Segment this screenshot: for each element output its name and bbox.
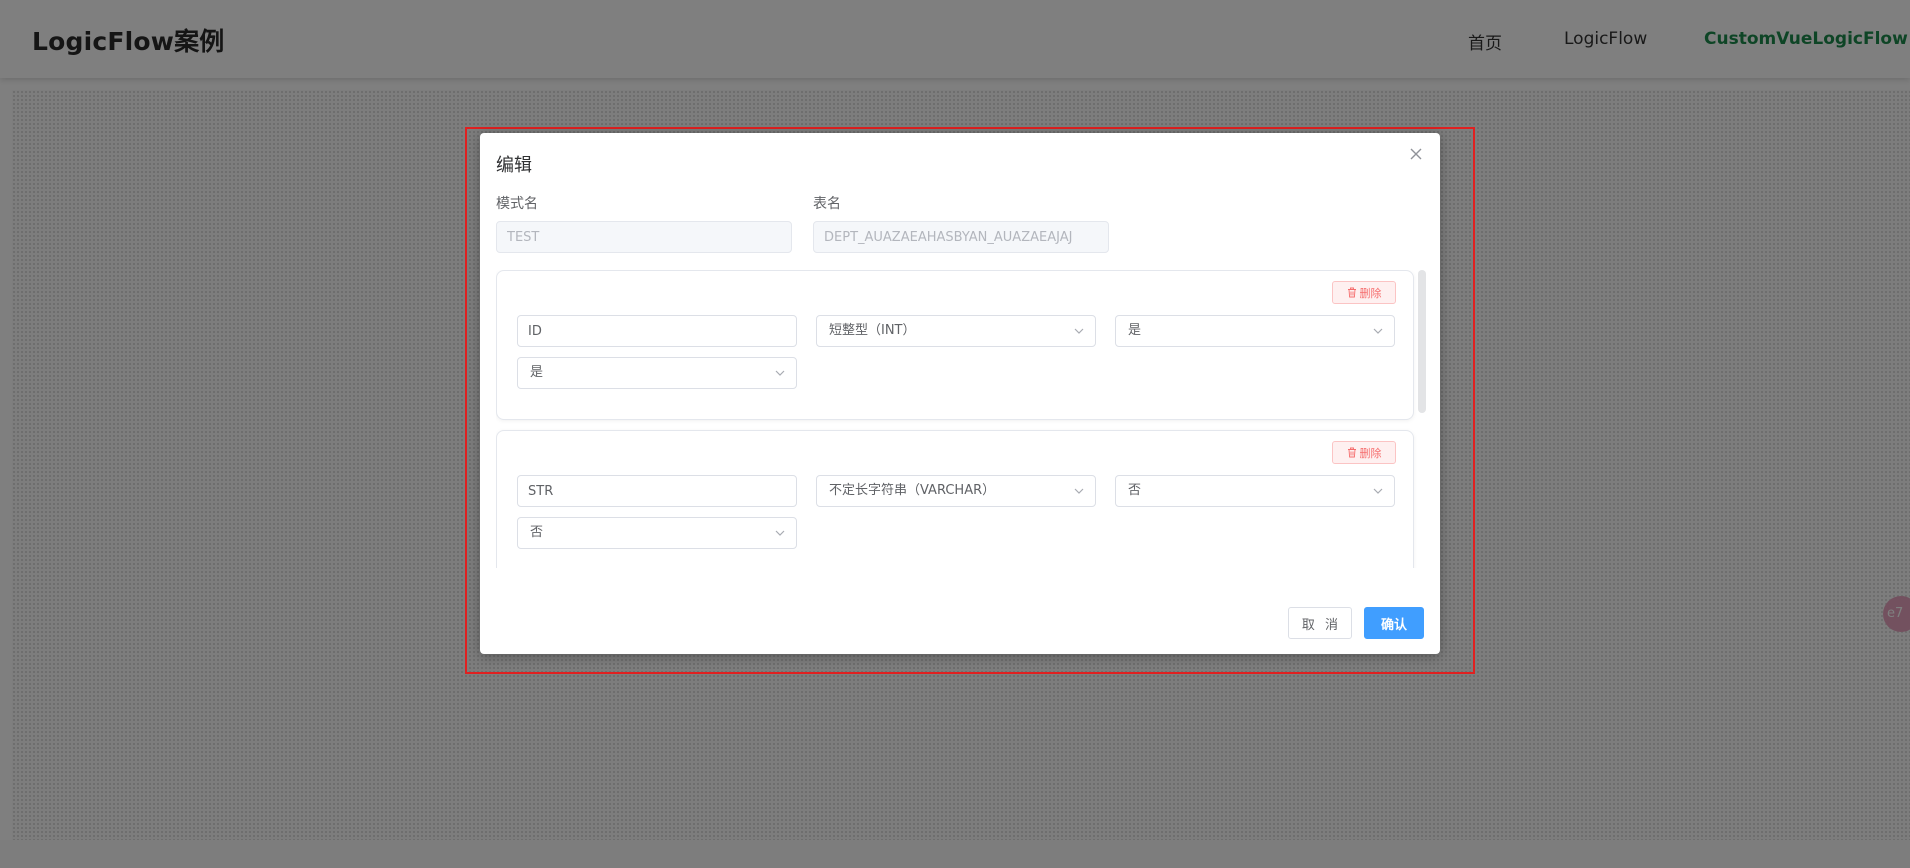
table-name-input[interactable] — [813, 221, 1109, 253]
field-type-value: 短整型（INT） — [829, 323, 916, 338]
field-option-a-value: 是 — [1128, 323, 1142, 338]
delete-field-button[interactable]: 删除 — [1332, 281, 1396, 304]
field-option-b-select[interactable]: 否 — [517, 517, 797, 549]
dialog-title: 编辑 — [496, 155, 532, 176]
field-name-input[interactable] — [517, 475, 797, 507]
field-card: 删除 短整型（INT） 是 是 — [496, 270, 1414, 420]
field-type-select[interactable]: 短整型（INT） — [816, 315, 1096, 347]
field-type-select[interactable]: 不定长字符串（VARCHAR） — [816, 475, 1096, 507]
delete-field-label: 删除 — [1359, 286, 1382, 300]
confirm-button[interactable]: 确认 — [1364, 607, 1424, 639]
fields-scrollbar[interactable] — [1418, 270, 1426, 568]
field-option-a-select[interactable]: 是 — [1115, 315, 1395, 347]
close-icon[interactable] — [1406, 144, 1426, 164]
chevron-down-icon — [1074, 488, 1084, 494]
field-option-b-select[interactable]: 是 — [517, 357, 797, 389]
field-option-a-value: 否 — [1128, 483, 1142, 498]
field-option-a-select[interactable]: 否 — [1115, 475, 1395, 507]
chevron-down-icon — [1074, 328, 1084, 334]
trash-icon — [1347, 287, 1356, 298]
field-type-value: 不定长字符串（VARCHAR） — [829, 483, 996, 498]
edit-dialog: 编辑 模式名 表名 删除 短整型（INT） 是 — [480, 133, 1440, 654]
fields-scroll-area[interactable]: 删除 短整型（INT） 是 是 删除 — [496, 270, 1424, 568]
scrollbar-thumb[interactable] — [1418, 270, 1426, 413]
field-card: 删除 不定长字符串（VARCHAR） 否 否 — [496, 430, 1414, 568]
chevron-down-icon — [1373, 328, 1383, 334]
field-option-b-value: 是 — [530, 365, 544, 380]
field-name-input[interactable] — [517, 315, 797, 347]
trash-icon — [1347, 447, 1356, 458]
table-name-label: 表名 — [813, 196, 841, 212]
cancel-button[interactable]: 取 消 — [1288, 607, 1352, 639]
delete-field-button[interactable]: 删除 — [1332, 441, 1396, 464]
field-option-b-value: 否 — [530, 525, 544, 540]
delete-field-label: 删除 — [1359, 446, 1382, 460]
schema-name-input[interactable] — [496, 221, 792, 253]
chevron-down-icon — [1373, 488, 1383, 494]
schema-name-label: 模式名 — [496, 196, 538, 212]
chevron-down-icon — [775, 530, 785, 536]
chevron-down-icon — [775, 370, 785, 376]
